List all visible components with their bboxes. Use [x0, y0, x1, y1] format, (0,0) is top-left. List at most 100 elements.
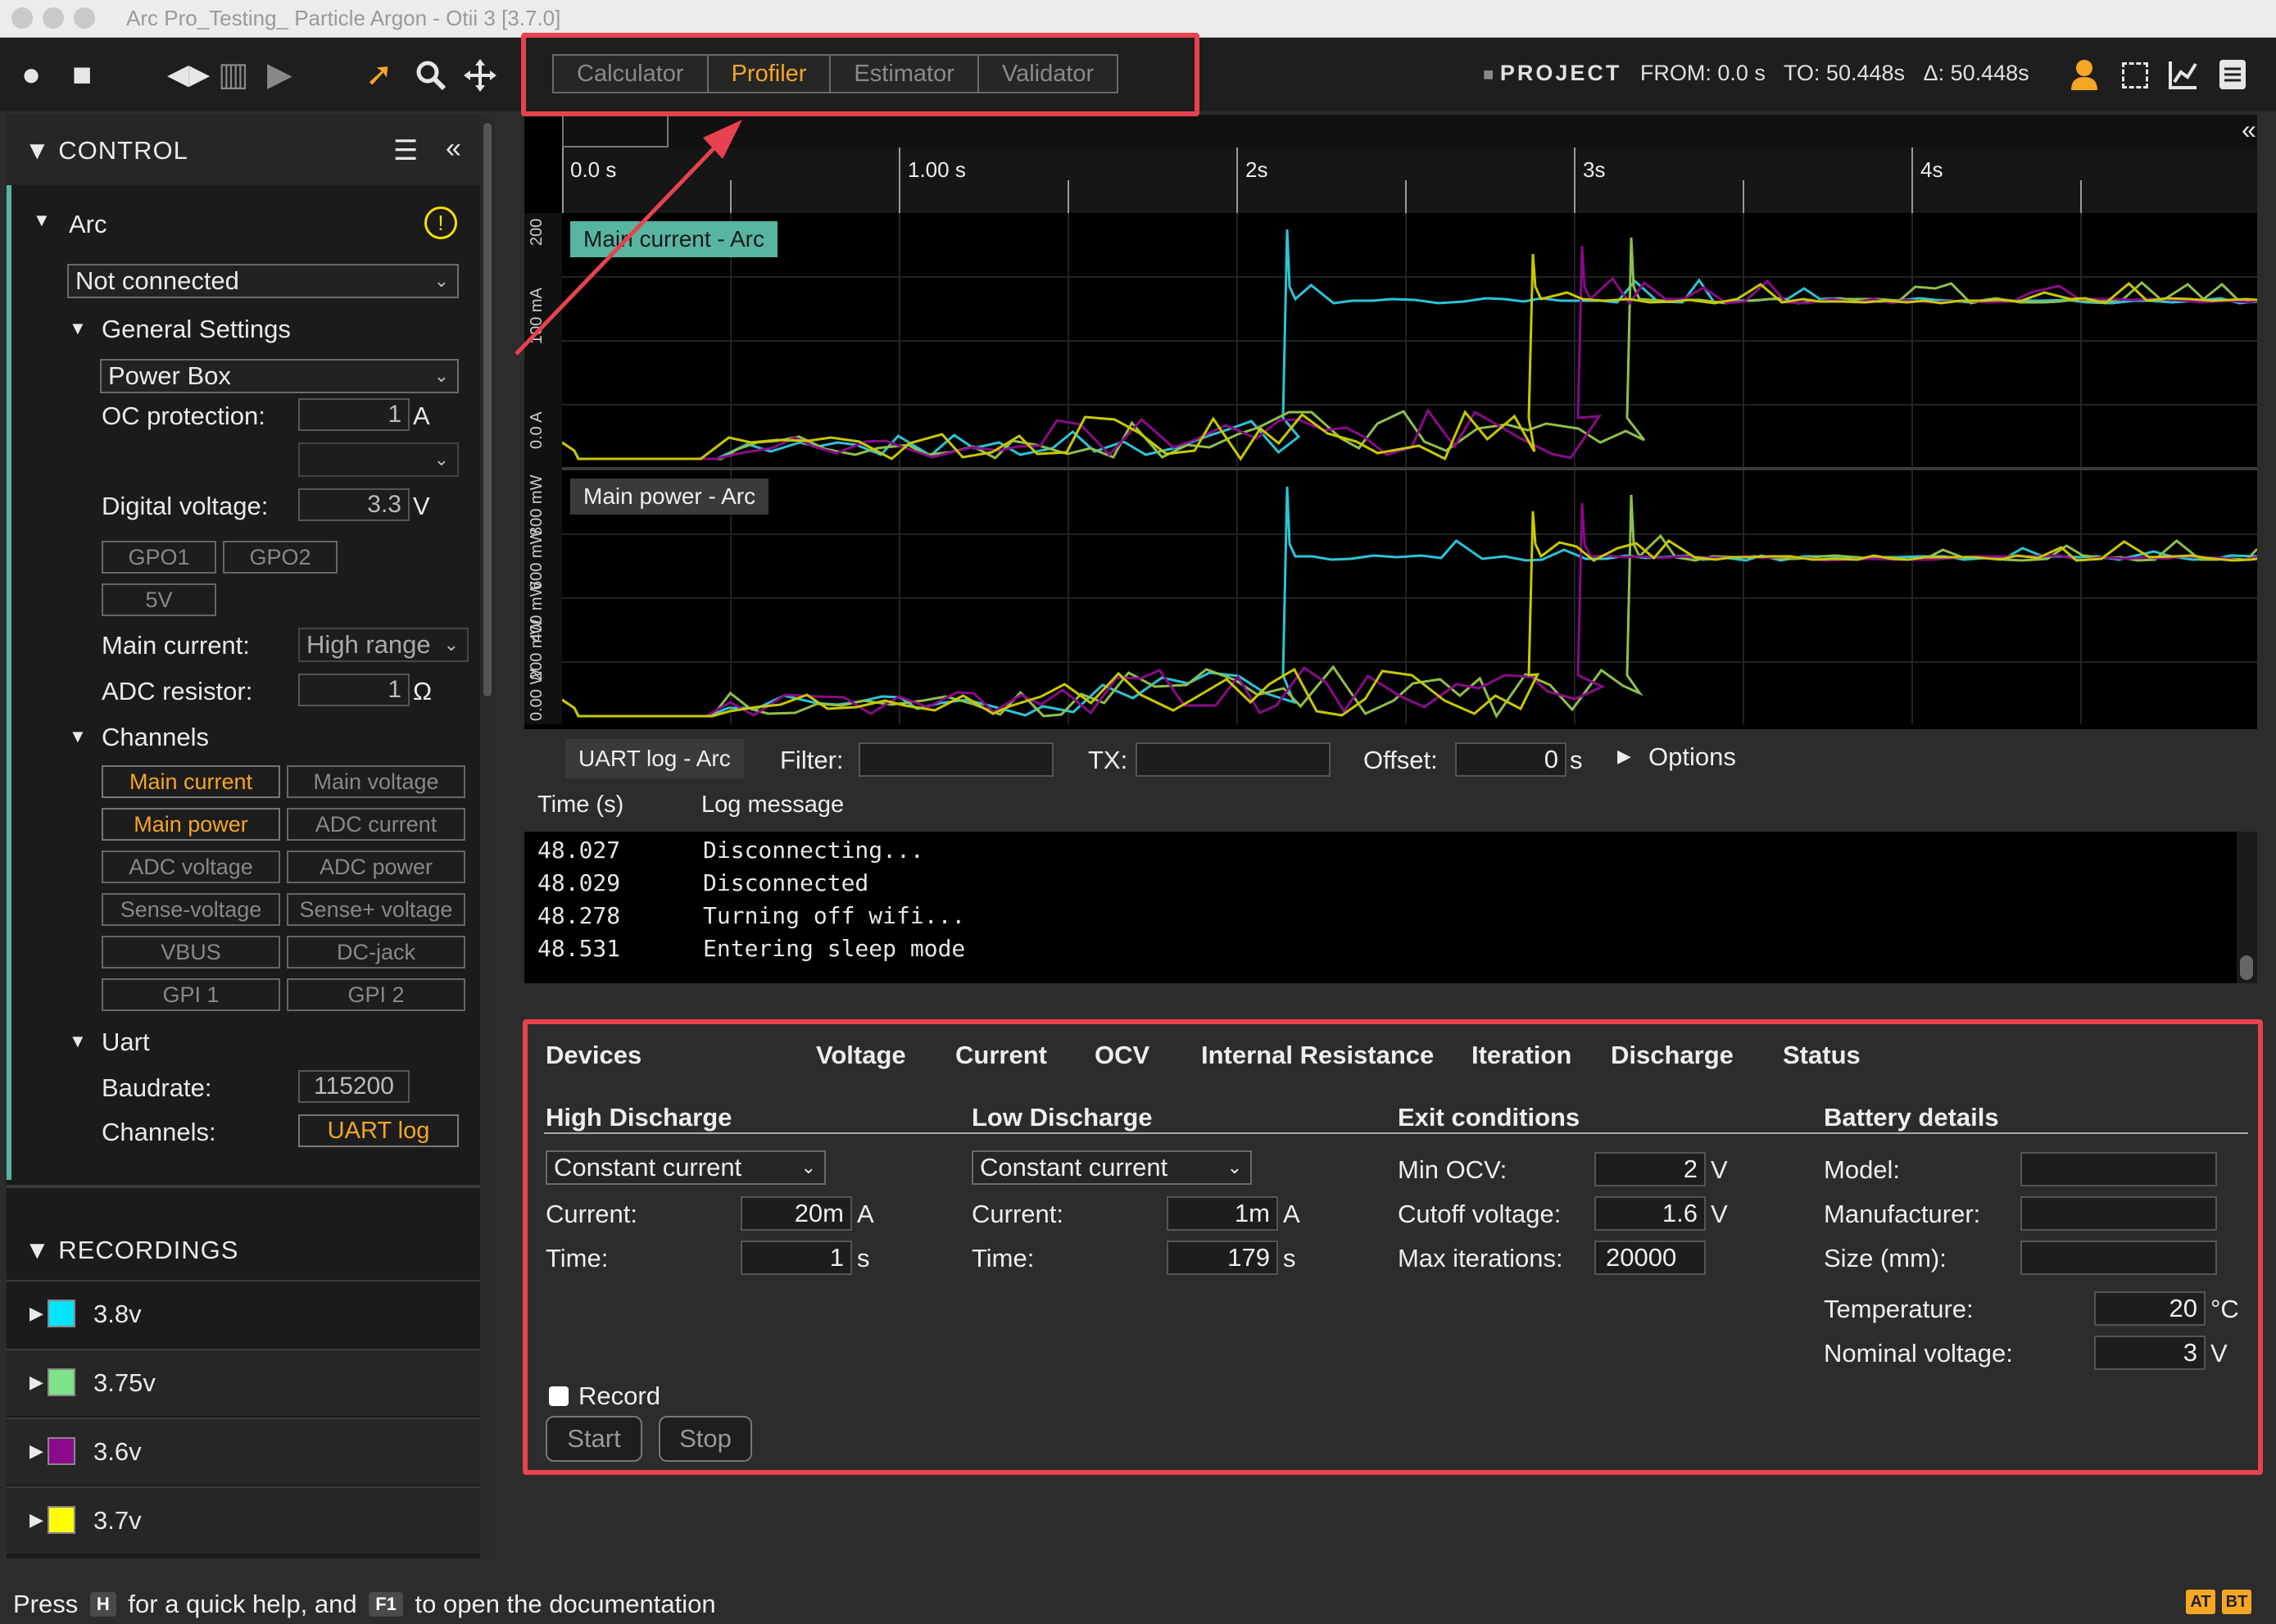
trace-line: [562, 494, 2257, 719]
expand-icon[interactable]: ▶: [29, 1509, 43, 1531]
channel-button[interactable]: Main current: [102, 765, 280, 798]
channel-button[interactable]: VBUS: [102, 936, 280, 969]
recordings-title[interactable]: ▼ RECORDINGS: [25, 1236, 238, 1265]
gpo2-button[interactable]: GPO2: [223, 541, 338, 574]
main-power-label[interactable]: Main power - Arc: [570, 479, 769, 515]
range-from: FROM: 0.0 s: [1639, 61, 1766, 85]
recording-color-swatch[interactable]: [48, 1437, 75, 1465]
stop-icon[interactable]: ■: [72, 58, 92, 91]
connection-select[interactable]: Not connected ⌄: [67, 264, 459, 298]
oc-protection-input[interactable]: 1: [298, 398, 410, 431]
uart-log-tab[interactable]: UART log - Arc: [565, 739, 744, 778]
log-time: 48.531: [537, 935, 621, 962]
arc-expand-icon[interactable]: ▼: [33, 210, 51, 231]
gpo1-button[interactable]: GPO1: [102, 541, 216, 574]
main-current-plot[interactable]: [562, 213, 2257, 467]
uart-expand-icon[interactable]: ▼: [69, 1031, 87, 1052]
expand-icon[interactable]: ▶: [29, 1440, 43, 1462]
channel-button[interactable]: Sense-voltage: [102, 893, 280, 926]
recording-name: 3.7v: [93, 1506, 142, 1535]
recording-color-swatch[interactable]: [48, 1506, 75, 1534]
tx-input[interactable]: [1136, 742, 1331, 777]
tabs-highlight: [521, 33, 1199, 116]
log-row[interactable]: 48.278 Turning off wifi...: [537, 902, 2176, 935]
5v-button[interactable]: 5V: [102, 583, 216, 616]
recording-item[interactable]: ▶ 3.7v: [7, 1486, 480, 1554]
channel-button[interactable]: GPI 1: [102, 978, 280, 1011]
at-badge[interactable]: AT: [2186, 1590, 2215, 1614]
filter-input[interactable]: [859, 742, 1054, 777]
record-icon[interactable]: ●: [21, 58, 41, 91]
selection-icon[interactable]: [2122, 62, 2148, 88]
general-settings-expand-icon[interactable]: ▼: [69, 318, 87, 339]
minimize-window-button[interactable]: [43, 7, 64, 29]
recording-item[interactable]: ▶ 3.75v: [7, 1349, 480, 1416]
control-title[interactable]: ▼ CONTROL: [25, 136, 188, 166]
channel-button[interactable]: Sense+ voltage: [287, 893, 465, 926]
expand-icon[interactable]: ▶: [29, 1372, 43, 1393]
uart-log-button[interactable]: UART log: [298, 1114, 459, 1147]
main-current-range-value: High range: [306, 630, 431, 659]
user-icon[interactable]: [2070, 59, 2099, 90]
options-label[interactable]: Options: [1648, 742, 1736, 772]
channel-button[interactable]: Main voltage: [287, 765, 465, 798]
pointer-tool-icon[interactable]: ➚: [365, 58, 393, 91]
overview-strip[interactable]: [562, 115, 2257, 147]
recording-item[interactable]: ▶ 3.6v: [7, 1418, 480, 1485]
trace-line: [562, 486, 2257, 718]
help-mid: for a quick help, and: [128, 1590, 357, 1618]
offset-input[interactable]: 0: [1455, 742, 1566, 777]
uart-channels-label: Channels:: [102, 1118, 216, 1146]
oc-protection-unit: A: [413, 401, 430, 430]
fit-icon[interactable]: ◀▶: [167, 58, 210, 91]
channel-button[interactable]: GPI 2: [287, 978, 465, 1011]
recordings-title-text: RECORDINGS: [58, 1236, 239, 1264]
channels-expand-icon[interactable]: ▼: [69, 726, 87, 747]
channel-button[interactable]: ADC power: [287, 851, 465, 883]
warning-icon: !: [424, 206, 457, 239]
bt-badge[interactable]: BT: [2222, 1590, 2251, 1614]
chart-icon[interactable]: [2168, 59, 2199, 90]
channel-button[interactable]: ADC current: [287, 808, 465, 841]
menu-icon[interactable]: [2219, 59, 2247, 90]
tx-label: TX:: [1088, 746, 1128, 774]
range-delta: Δ: 50.448s: [1923, 61, 2029, 85]
project-range: ■ PROJECT FROM: 0.0 s TO: 50.448s Δ: 50.…: [1483, 61, 2029, 86]
log-time: 48.027: [537, 837, 621, 864]
split-icon[interactable]: ▥: [218, 58, 249, 91]
main-power-plot[interactable]: [562, 470, 2257, 724]
sliders-icon[interactable]: ☰: [393, 134, 418, 167]
range-to: TO: 50.448s: [1783, 61, 1906, 85]
expand-icon[interactable]: ▶: [29, 1303, 43, 1324]
channel-button[interactable]: DC-jack: [287, 936, 465, 969]
help-hint: Press H for a quick help, and F1 to open…: [13, 1590, 716, 1619]
oc-extra-select[interactable]: ⌄: [298, 442, 459, 477]
digital-voltage-input[interactable]: 3.3: [298, 488, 410, 521]
plot-divider[interactable]: [562, 467, 2257, 470]
close-window-button[interactable]: [11, 7, 33, 29]
source-value: Power Box: [108, 361, 231, 390]
pan-tool-icon[interactable]: [464, 59, 496, 92]
recording-color-swatch[interactable]: [48, 1300, 75, 1327]
control-scrollbar-thumb[interactable]: [483, 123, 492, 696]
uart-log-list[interactable]: 48.027 Disconnecting... 48.029 Disconnected…: [524, 832, 2237, 983]
log-row[interactable]: 48.029 Disconnected: [537, 869, 2176, 902]
log-scrollbar-thumb[interactable]: [2240, 955, 2253, 980]
log-row[interactable]: 48.027 Disconnecting...: [537, 837, 2176, 869]
log-row[interactable]: 48.531 Entering sleep mode: [537, 935, 2176, 968]
adc-resistor-input[interactable]: 1: [298, 674, 410, 706]
channel-button[interactable]: Main power: [102, 808, 280, 841]
expand-right-icon[interactable]: «: [2242, 115, 2256, 145]
step-forward-icon[interactable]: ▶: [267, 58, 292, 91]
offset-label: Offset:: [1363, 746, 1438, 774]
source-select[interactable]: Power Box ⌄: [100, 359, 459, 393]
baudrate-input[interactable]: 115200: [298, 1070, 410, 1103]
channel-button[interactable]: ADC voltage: [102, 851, 280, 883]
recording-color-swatch[interactable]: [48, 1368, 75, 1396]
main-current-range-select[interactable]: High range ⌄: [298, 628, 469, 662]
maximize-window-button[interactable]: [74, 7, 95, 29]
collapse-panel-icon[interactable]: «: [446, 133, 461, 165]
zoom-tool-icon[interactable]: [415, 59, 447, 92]
recording-item[interactable]: ▶ 3.8v: [7, 1280, 480, 1347]
options-expand-icon[interactable]: ▶: [1617, 746, 1631, 767]
